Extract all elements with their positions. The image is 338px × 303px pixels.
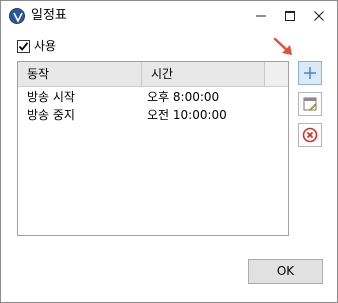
list-item[interactable]: 방송 중지 오전 10:00:00	[18, 106, 288, 124]
list-item-action: 방송 중지	[27, 108, 75, 122]
plus-icon	[304, 67, 316, 79]
checkmark-icon	[18, 41, 29, 51]
ok-button[interactable]: OK	[248, 259, 323, 284]
list-item-time: 오전 10:00:00	[147, 108, 227, 122]
edit-icon	[303, 97, 317, 111]
schedule-dialog: 일정표 사용 동작 시간 방송 시작 오후 8:00:00 방송 중지 오전 1…	[0, 0, 338, 303]
column-header-filler	[265, 62, 288, 86]
list-item-time: 오후 8:00:00	[147, 90, 220, 104]
enable-checkbox[interactable]	[17, 39, 30, 53]
close-button[interactable]	[302, 1, 336, 31]
column-header-time[interactable]: 시간	[142, 62, 265, 86]
pointer-arrow-icon	[273, 37, 292, 55]
enable-checkbox-label: 사용	[34, 39, 57, 53]
delete-button[interactable]	[298, 123, 322, 147]
add-button[interactable]	[298, 61, 322, 85]
column-header-action[interactable]: 동작	[18, 62, 142, 86]
close-icon	[314, 11, 324, 21]
title-bar: 일정표	[1, 1, 337, 31]
window-title: 일정표	[31, 8, 67, 23]
list-item[interactable]: 방송 시작 오후 8:00:00	[18, 88, 288, 106]
list-header: 동작 시간	[18, 62, 288, 87]
delete-icon	[302, 127, 318, 143]
enable-checkbox-row[interactable]: 사용	[17, 38, 56, 54]
list-item-action: 방송 시작	[27, 90, 75, 104]
edit-button[interactable]	[298, 92, 322, 116]
app-icon	[9, 8, 25, 24]
minimize-icon	[256, 15, 266, 17]
maximize-icon	[285, 11, 295, 21]
schedule-list[interactable]: 동작 시간 방송 시작 오후 8:00:00 방송 중지 오전 10:00:00	[17, 61, 289, 236]
